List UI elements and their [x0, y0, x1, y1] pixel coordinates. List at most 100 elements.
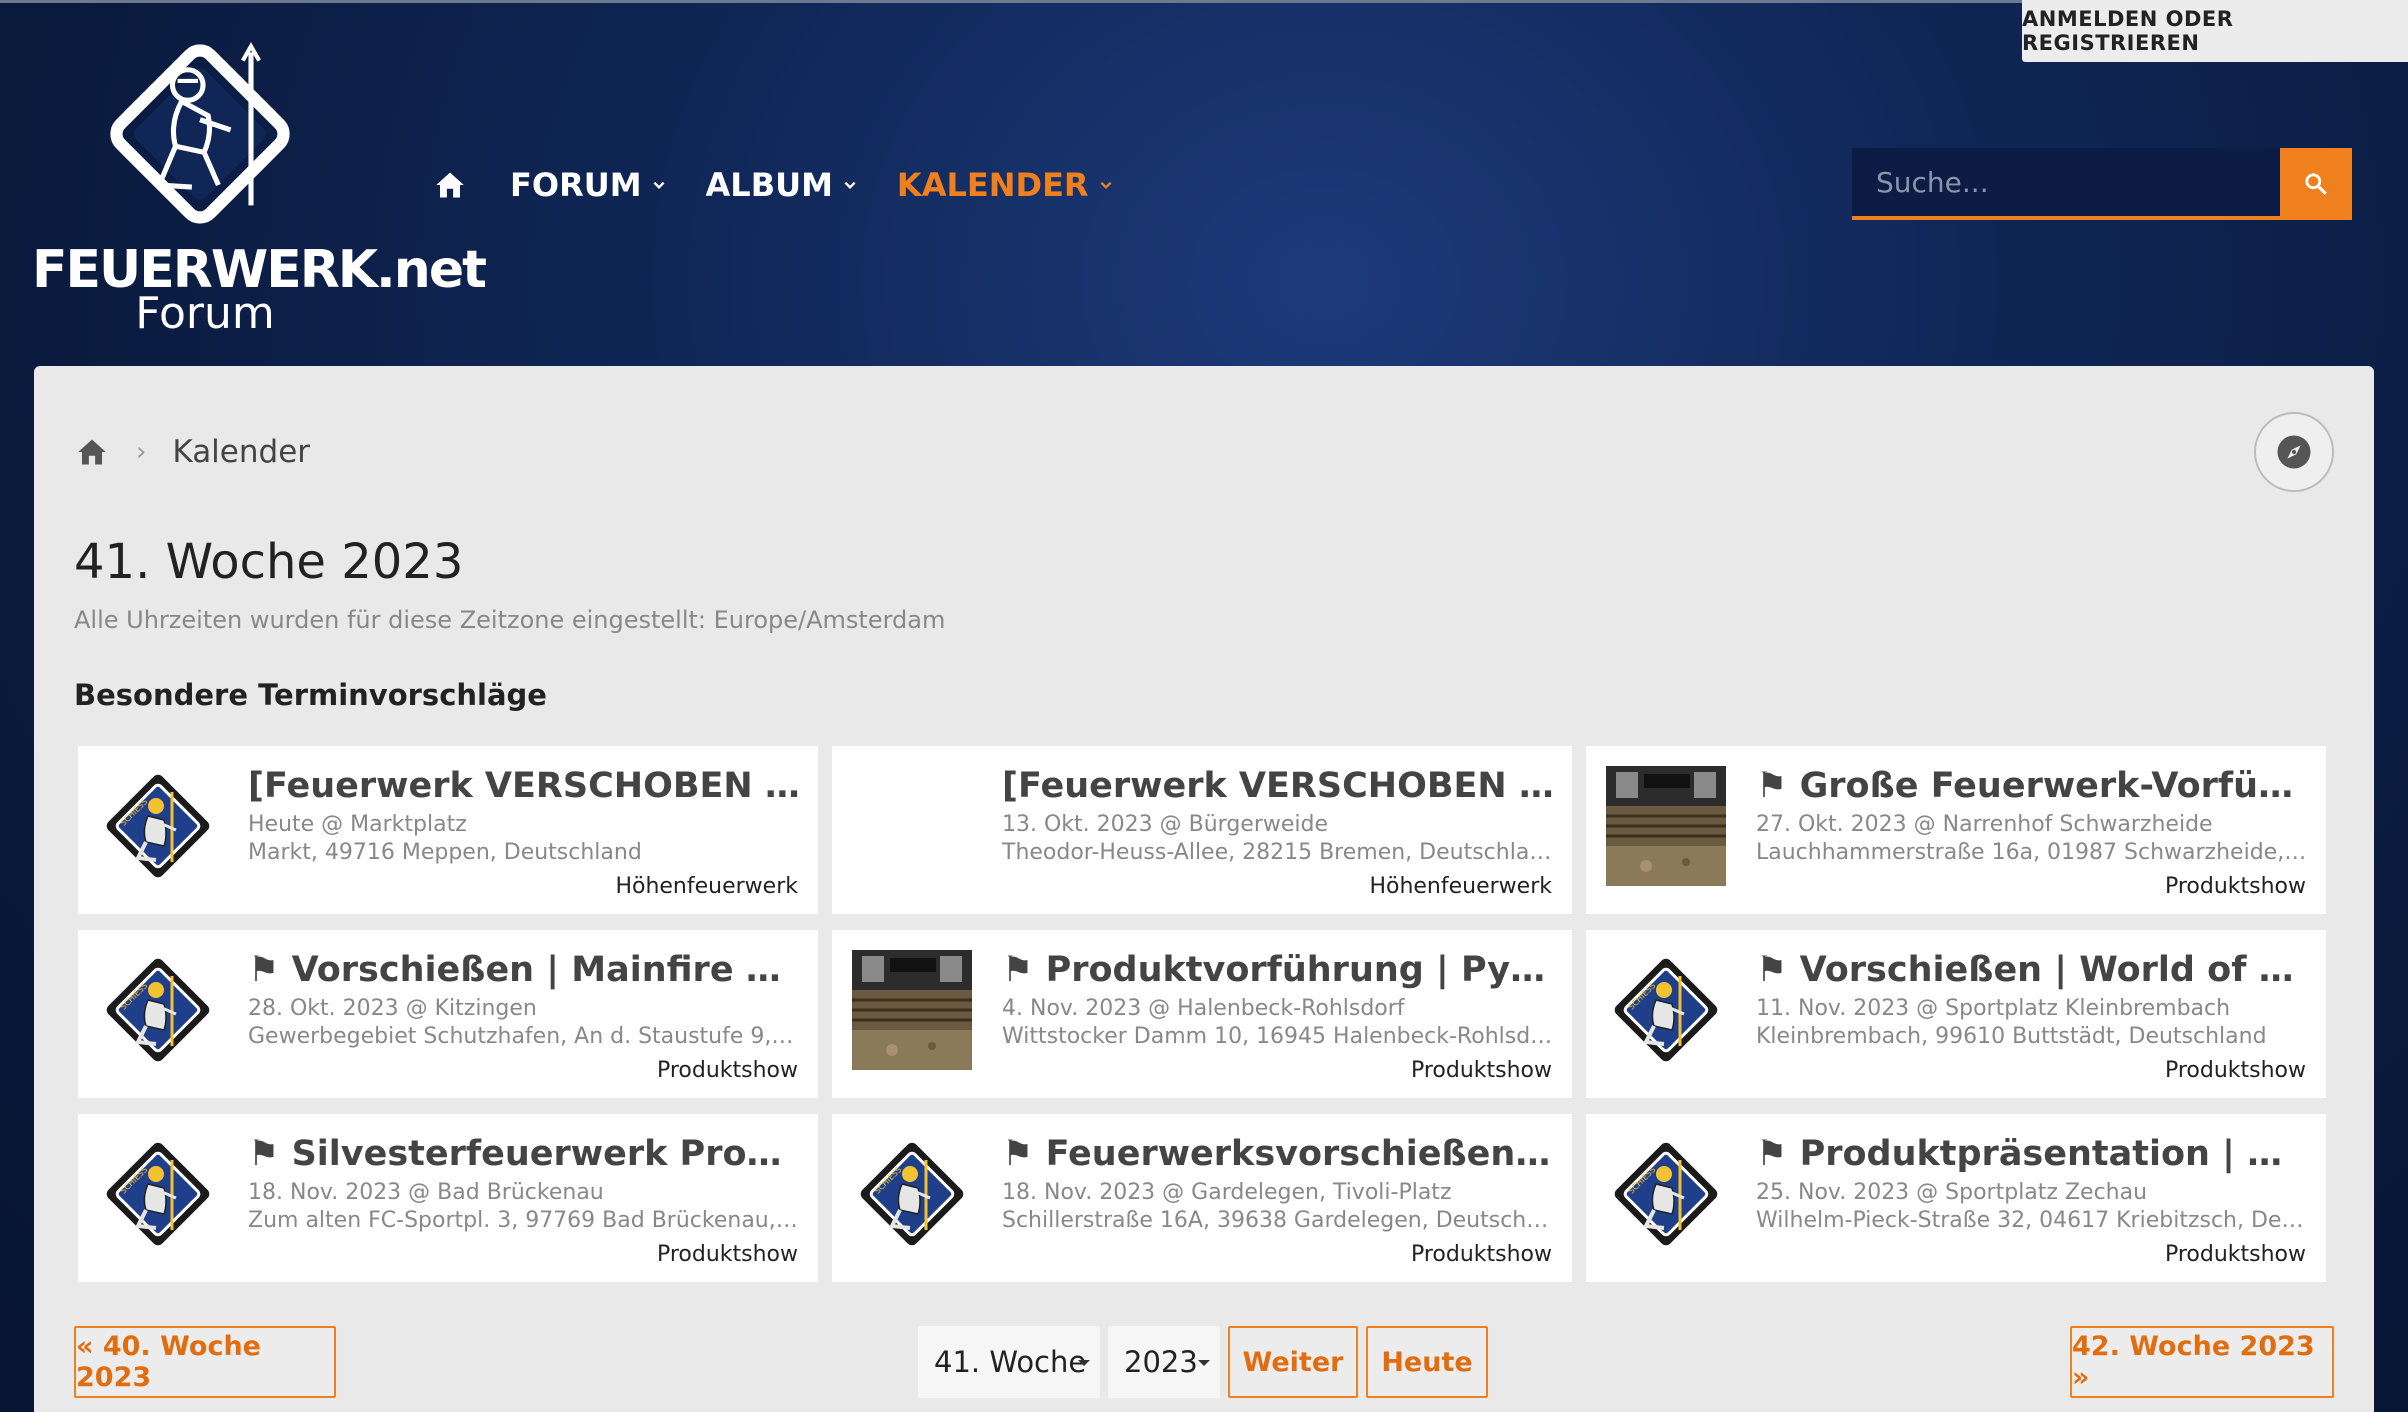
event-address: Theodor-Heuss-Allee, 28215 Bremen, Deuts…: [1002, 840, 1554, 865]
event-title[interactable]: [Feuerwerk VERSCHOBEN auf 1...: [248, 766, 800, 806]
event-address: Zum alten FC-Sportpl. 3, 97769 Bad Brück…: [248, 1208, 800, 1233]
event-address: Lauchhammerstraße 16a, 01987 Schwarzheid…: [1756, 840, 2308, 865]
event-card[interactable]: ⚑ Produktvorführung | Pyrote... 4. Nov. …: [832, 930, 1572, 1098]
today-button[interactable]: Heute: [1366, 1326, 1488, 1398]
main-content: › Kalender 41. Woche 2023 Alle Uhrzeiten…: [34, 366, 2374, 1412]
compass-button[interactable]: [2254, 412, 2334, 492]
event-category: Produktshow: [1410, 1058, 1552, 1083]
event-title[interactable]: ⚑ Produktpräsentation | Drea...: [1756, 1134, 2308, 1174]
event-thumbnail: SCHIESS: [98, 950, 218, 1070]
event-category: Produktshow: [656, 1242, 798, 1267]
timezone-note: Alle Uhrzeiten wurden für diese Zeitzone…: [74, 606, 946, 634]
nav-kalender-label: KALENDER: [896, 166, 1089, 204]
event-thumbnail: [852, 950, 972, 1070]
xletix-photo-icon: [1606, 766, 1726, 886]
site-header: ANMELDEN ODER REGISTRIEREN FEUERWERK.net…: [0, 0, 2408, 366]
event-card[interactable]: SCHIESS ⚑ Silvesterfeuerwerk Produktv...…: [78, 1114, 818, 1282]
event-address: Gewerbegebiet Schutzhafen, An d. Staustu…: [248, 1024, 800, 1049]
breadcrumb: › Kalender: [74, 432, 310, 472]
event-category: Produktshow: [2164, 1058, 2306, 1083]
event-card[interactable]: SCHIESS ⚑ Vorschießen | Mainfire Feue...…: [78, 930, 818, 1098]
event-title[interactable]: ⚑ Feuerwerksvorschießen | Se...: [1002, 1134, 1554, 1174]
event-title[interactable]: ⚑ Produktvorführung | Pyrote...: [1002, 950, 1554, 990]
event-title[interactable]: ⚑ Silvesterfeuerwerk Produktv...: [248, 1134, 800, 1174]
chevron-down-icon: [844, 181, 856, 189]
search-button[interactable]: [2280, 148, 2352, 220]
nav-forum[interactable]: FORUM: [510, 166, 666, 204]
schiessaktuell-logo-icon: SCHIESS: [1614, 1142, 1718, 1246]
login-register-button[interactable]: ANMELDEN ODER REGISTRIEREN: [2022, 0, 2408, 62]
nav-forum-label: FORUM: [510, 166, 642, 204]
event-title[interactable]: ⚑ Große Feuerwerk-Vorführun...: [1756, 766, 2308, 806]
site-logo[interactable]: FEUERWERK.net Forum: [32, 32, 487, 342]
event-title-text: Feuerwerksvorschießen | Se...: [1045, 1134, 1554, 1174]
chevron-down-icon: [1100, 181, 1112, 189]
search-input[interactable]: [1852, 148, 2280, 220]
flag-icon: ⚑: [1002, 1134, 1046, 1174]
week-select[interactable]: 41. Woche: [918, 1326, 1100, 1398]
event-date-location: 13. Okt. 2023 @ Bürgerweide: [1002, 812, 1329, 837]
event-title-text: Produktvorführung | Pyrote...: [1045, 950, 1554, 990]
year-select-value: 2023: [1124, 1345, 1198, 1379]
search-bar: [1852, 148, 2352, 220]
event-date-location: 28. Okt. 2023 @ Kitzingen: [248, 996, 537, 1021]
schiessaktuell-logo-icon: SCHIESS: [860, 1142, 964, 1246]
schiessaktuell-logo-icon: SCHIESS: [106, 774, 210, 878]
event-address: Wittstocker Damm 10, 16945 Halenbeck-Roh…: [1002, 1024, 1554, 1049]
next-button[interactable]: Weiter: [1228, 1326, 1358, 1398]
caret-down-icon: [1078, 1360, 1090, 1366]
event-thumbnail: SCHIESS: [1606, 950, 1726, 1070]
event-card[interactable]: SCHIESS [Feuerwerk VERSCHOBEN auf 1... H…: [78, 746, 818, 914]
event-card[interactable]: SCHIESS ⚑ Produktpräsentation | Drea... …: [1586, 1114, 2326, 1282]
event-date-location: 4. Nov. 2023 @ Halenbeck-Rohlsdorf: [1002, 996, 1405, 1021]
event-thumbnail: SCHIESS: [852, 1134, 972, 1254]
event-card[interactable]: SCHIESS ⚑ Vorschießen | World of Beat...…: [1586, 930, 2326, 1098]
event-title[interactable]: ⚑ Vorschießen | Mainfire Feue...: [248, 950, 800, 990]
event-thumbnail: SCHIESS: [1606, 1134, 1726, 1254]
event-card[interactable]: [Feuerwerk VERSCHOBEN auf 1... 13. Okt. …: [832, 746, 1572, 914]
event-title-text: Große Feuerwerk-Vorführun...: [1799, 766, 2308, 806]
nav-kalender[interactable]: KALENDER: [897, 166, 1113, 204]
nav-album[interactable]: ALBUM: [706, 166, 857, 204]
event-date-location: 18. Nov. 2023 @ Bad Brückenau: [248, 1180, 604, 1205]
event-category: Produktshow: [2164, 1242, 2306, 1267]
flag-icon: ⚑: [1756, 1134, 1800, 1174]
event-date-location: 18. Nov. 2023 @ Gardelegen, Tivoli-Platz: [1002, 1180, 1452, 1205]
event-title[interactable]: [Feuerwerk VERSCHOBEN auf 1...: [1002, 766, 1554, 806]
event-category: Produktshow: [1410, 1242, 1552, 1267]
pyrotechnician-logo-icon: [110, 42, 290, 224]
event-address: Markt, 49716 Meppen, Deutschland: [248, 840, 642, 865]
home-icon: [78, 439, 106, 465]
flag-icon: ⚑: [248, 1134, 292, 1174]
nav-album-label: ALBUM: [705, 166, 833, 204]
chevron-down-icon: [653, 181, 665, 189]
schiessaktuell-logo-icon: SCHIESS: [106, 1142, 210, 1246]
main-nav: FORUM ALBUM KALENDER: [430, 160, 1153, 210]
event-card[interactable]: SCHIESS ⚑ Feuerwerksvorschießen | Se... …: [832, 1114, 1572, 1282]
event-card[interactable]: ⚑ Große Feuerwerk-Vorführun... 27. Okt. …: [1586, 746, 2326, 914]
year-select[interactable]: 2023: [1108, 1326, 1220, 1398]
event-address: Wilhelm-Pieck-Straße 32, 04617 Kriebitzs…: [1756, 1208, 2308, 1233]
breadcrumb-home[interactable]: [74, 434, 110, 470]
nav-home-button[interactable]: [430, 165, 470, 205]
event-thumbnail: SCHIESS: [98, 1134, 218, 1254]
breadcrumb-current[interactable]: Kalender: [172, 434, 310, 470]
compass-icon: [2277, 435, 2311, 469]
event-category: Produktshow: [656, 1058, 798, 1083]
event-date-location: 25. Nov. 2023 @ Sportplatz Zechau: [1756, 1180, 2148, 1205]
flag-icon: ⚑: [1756, 950, 1800, 990]
prev-week-button[interactable]: « 40. Woche 2023: [74, 1326, 336, 1398]
flag-icon: ⚑: [1002, 950, 1046, 990]
event-address: Schillerstraße 16A, 39638 Gardelegen, De…: [1002, 1208, 1554, 1233]
next-week-button[interactable]: 42. Woche 2023 »: [2070, 1326, 2334, 1398]
xletix-photo-icon: [852, 950, 972, 1070]
search-icon: [2305, 173, 2327, 195]
event-address: Kleinbrembach, 99610 Buttstädt, Deutschl…: [1756, 1024, 2267, 1049]
section-title: Besondere Terminvorschläge: [74, 678, 547, 712]
schiessaktuell-logo-icon: SCHIESS: [1614, 958, 1718, 1062]
schiessaktuell-logo-icon: SCHIESS: [106, 958, 210, 1062]
event-title-text: Vorschießen | World of Beat...: [1799, 950, 2308, 990]
event-title[interactable]: ⚑ Vorschießen | World of Beat...: [1756, 950, 2308, 990]
event-date-location: 11. Nov. 2023 @ Sportplatz Kleinbrembach: [1756, 996, 2231, 1021]
flag-icon: ⚑: [248, 950, 292, 990]
